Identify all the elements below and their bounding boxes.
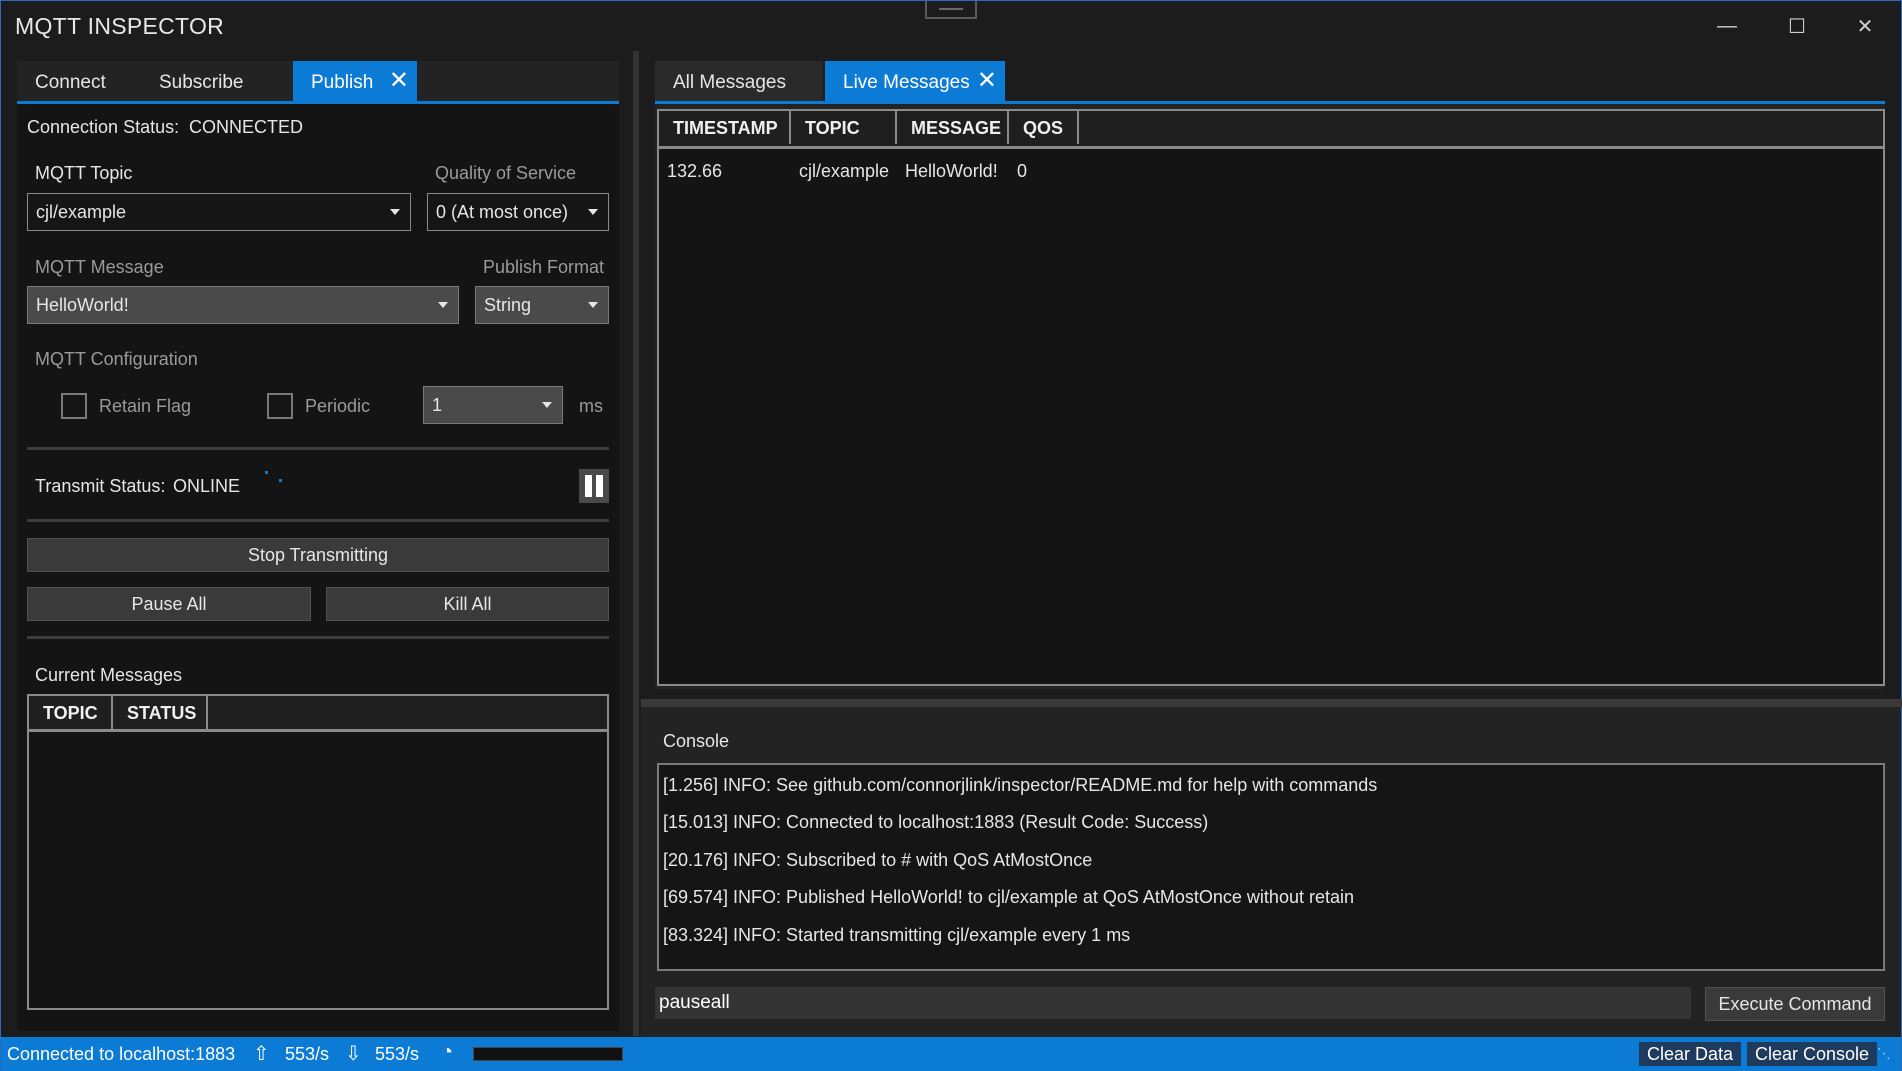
divider [27, 519, 609, 522]
format-label: Publish Format [483, 257, 605, 277]
chevron-down-icon [390, 209, 400, 215]
connection-status-label: Connection Status: [27, 117, 180, 137]
cell-qos: 0 [1017, 161, 1028, 181]
table-header: TOPIC STATUS [29, 696, 607, 732]
retain-flag-label: Retain Flag [99, 396, 192, 416]
clock-icon: ◔ [441, 1041, 454, 1063]
drag-handle-icon[interactable] [925, 1, 977, 19]
tab-connect[interactable]: Connect [17, 61, 141, 101]
minimize-icon[interactable]: — [1707, 11, 1747, 41]
left-tab-bar: Connect Subscribe Publish ✕ [17, 61, 619, 104]
chevron-down-icon [588, 302, 598, 308]
upload-icon: ⇧ [253, 1043, 270, 1065]
connection-status-value: CONNECTED [189, 117, 304, 137]
topic-label: MQTT Topic [35, 163, 133, 183]
transmit-status-value: ONLINE [173, 476, 241, 496]
console-line: [20.176] INFO: Subscribed to # with QoS … [663, 850, 1093, 870]
column-header-qos[interactable]: QOS [1009, 111, 1079, 144]
execute-command-button[interactable]: Execute Command [1705, 987, 1885, 1021]
resize-grip-icon[interactable]: ⋱ [1877, 1045, 1891, 1062]
maximize-icon[interactable]: ☐ [1777, 11, 1817, 41]
qos-combo-value: 0 (At most once) [436, 202, 569, 222]
app-window: MQTT INSPECTOR — ☐ ✕ Connect Subscribe P… [0, 0, 1902, 1071]
format-combo[interactable]: String [475, 286, 609, 324]
tab-subscribe[interactable]: Subscribe [141, 61, 279, 101]
topic-combo[interactable]: cjl/example [27, 193, 411, 231]
pause-all-button[interactable]: Pause All [27, 587, 311, 621]
spinner-dot-icon [279, 479, 282, 482]
message-combo-value: HelloWorld! [36, 295, 129, 315]
spinner-dot-icon [265, 471, 268, 474]
format-combo-value: String [484, 295, 532, 315]
console-panel: Console [1.256] INFO: See github.com/con… [641, 707, 1901, 1037]
close-tab-icon[interactable]: ✕ [389, 61, 409, 101]
current-messages-table[interactable]: TOPIC STATUS [27, 694, 609, 1010]
chevron-down-icon [588, 209, 598, 215]
table-header: TIMESTAMP TOPIC MESSAGE QOS [659, 111, 1883, 149]
title-bar[interactable]: MQTT INSPECTOR — ☐ ✕ [1, 1, 1901, 51]
config-label: MQTT Configuration [35, 349, 198, 369]
kill-all-button[interactable]: Kill All [326, 587, 609, 621]
qos-label: Quality of Service [435, 163, 577, 183]
chevron-down-icon [438, 302, 448, 308]
period-unit-label: ms [579, 396, 603, 416]
tab-publish-label: Publish [311, 72, 374, 93]
command-input[interactable] [655, 987, 1691, 1019]
close-icon[interactable]: ✕ [1845, 11, 1885, 41]
period-combo-value: 1 [432, 395, 443, 415]
console-label: Console [663, 731, 730, 751]
tab-live-messages-label: Live Messages [843, 72, 970, 93]
stop-transmitting-button[interactable]: Stop Transmitting [27, 538, 609, 572]
horizontal-splitter[interactable] [641, 699, 1902, 707]
upload-rate: 553/s [285, 1044, 330, 1064]
column-header-timestamp[interactable]: TIMESTAMP [659, 111, 791, 144]
status-bar: Connected to localhost:1883 ⇧ 553/s ⇩ 55… [1, 1037, 1901, 1071]
clear-console-button[interactable]: Clear Console [1747, 1042, 1878, 1066]
clear-data-button[interactable]: Clear Data [1639, 1042, 1742, 1066]
column-header-topic[interactable]: TOPIC [29, 696, 113, 729]
close-tab-icon[interactable]: ✕ [977, 61, 997, 101]
right-tab-bar: All Messages Live Messages ✕ [655, 61, 1885, 104]
download-icon: ⇩ [345, 1043, 362, 1065]
publish-panel: Connect Subscribe Publish ✕ Connection S… [17, 61, 619, 1031]
column-header-message[interactable]: MESSAGE [897, 111, 1009, 144]
chevron-down-icon [542, 402, 552, 408]
download-rate: 553/s [375, 1044, 420, 1064]
column-header-topic[interactable]: TOPIC [791, 111, 897, 144]
table-row[interactable]: 132.66 cjl/example HelloWorld! 0 [659, 155, 1883, 185]
console-output[interactable]: [1.256] INFO: See github.com/connorjlink… [657, 763, 1885, 971]
periodic-checkbox[interactable] [267, 393, 293, 419]
current-messages-label: Current Messages [35, 665, 183, 685]
retain-flag-checkbox[interactable] [61, 393, 87, 419]
tab-live-messages[interactable]: Live Messages ✕ [825, 61, 1005, 101]
tab-publish[interactable]: Publish ✕ [293, 61, 417, 101]
window-title: MQTT INSPECTOR [15, 13, 225, 39]
messages-panel: All Messages Live Messages ✕ TIMESTAMP T… [655, 61, 1885, 689]
periodic-label: Periodic [305, 396, 371, 416]
divider [27, 636, 609, 639]
period-combo[interactable]: 1 [423, 386, 563, 424]
message-combo[interactable]: HelloWorld! [27, 286, 459, 324]
tab-all-messages[interactable]: All Messages [655, 61, 823, 101]
live-messages-table[interactable]: TIMESTAMP TOPIC MESSAGE QOS 132.66 cjl/e… [657, 109, 1885, 686]
progress-bar [473, 1047, 623, 1061]
cell-timestamp: 132.66 [667, 161, 723, 181]
cell-message: HelloWorld! [905, 161, 998, 181]
console-line: [83.324] INFO: Started transmitting cjl/… [663, 925, 1131, 945]
console-line: [1.256] INFO: See github.com/connorjlink… [663, 775, 1378, 795]
console-line: [69.574] INFO: Published HelloWorld! to … [663, 887, 1354, 907]
message-label: MQTT Message [35, 257, 164, 277]
divider [27, 447, 609, 450]
connection-status-text: Connected to localhost:1883 [7, 1044, 236, 1064]
pause-icon[interactable] [579, 469, 609, 503]
column-header-status[interactable]: STATUS [113, 696, 208, 729]
topic-combo-value: cjl/example [36, 202, 127, 222]
console-line: [15.013] INFO: Connected to localhost:18… [663, 812, 1209, 832]
vertical-splitter[interactable] [633, 51, 639, 1036]
qos-combo[interactable]: 0 (At most once) [427, 193, 609, 231]
cell-topic: cjl/example [799, 161, 890, 181]
transmit-status-label: Transmit Status: [35, 476, 166, 496]
